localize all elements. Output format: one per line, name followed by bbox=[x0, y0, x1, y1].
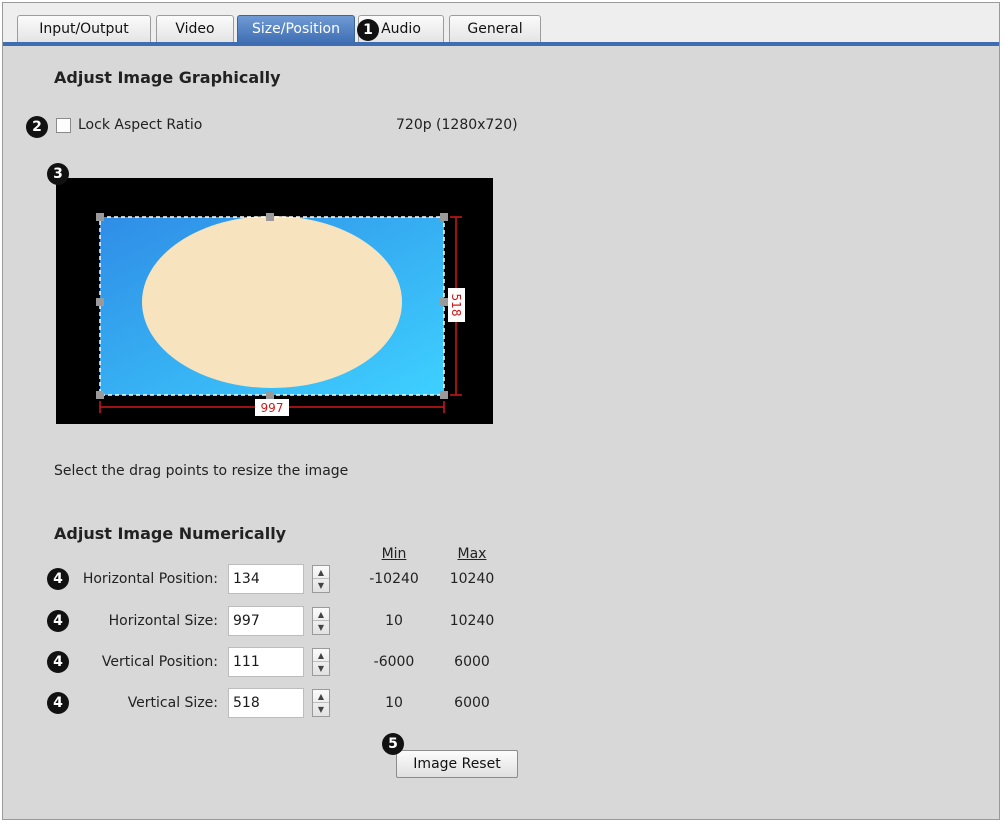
vertical-size-input[interactable]: 518 bbox=[228, 688, 304, 718]
drag-handle-right[interactable] bbox=[440, 298, 448, 306]
numerical-heading: Adjust Image Numerically bbox=[54, 524, 287, 543]
horizontal-position-label: Horizontal Position: bbox=[82, 571, 218, 587]
spin-up-icon[interactable]: ▲ bbox=[313, 566, 329, 579]
width-readout: 997 bbox=[261, 401, 284, 415]
preview-svg: 997 518 bbox=[96, 213, 465, 416]
drag-hint: Select the drag points to resize the ima… bbox=[54, 463, 349, 479]
lock-aspect-checkbox[interactable] bbox=[56, 118, 71, 133]
vertical-position-input[interactable]: 111 bbox=[228, 647, 304, 677]
max-column-header: Max bbox=[457, 546, 487, 562]
tab-size-position[interactable]: Size/Position bbox=[237, 15, 355, 43]
min-column-header: Min bbox=[381, 546, 407, 562]
drag-handle-bottom-left[interactable] bbox=[96, 391, 104, 399]
callout-badge-3: 3 bbox=[47, 163, 69, 185]
tab-general[interactable]: General bbox=[449, 15, 541, 43]
horizontal-position-input[interactable]: 134 bbox=[228, 564, 304, 594]
tab-video[interactable]: Video bbox=[156, 15, 234, 43]
vertical-position-spinner[interactable]: ▲ ▼ bbox=[312, 648, 330, 676]
drag-handle-top-left[interactable] bbox=[96, 213, 104, 221]
callout-badge-1: 1 bbox=[357, 19, 379, 41]
lock-aspect-label: Lock Aspect Ratio bbox=[78, 117, 203, 133]
drag-handle-left[interactable] bbox=[96, 298, 104, 306]
horizontal-size-spinner[interactable]: ▲ ▼ bbox=[312, 607, 330, 635]
drag-handle-top[interactable] bbox=[266, 213, 274, 221]
spin-up-icon[interactable]: ▲ bbox=[313, 608, 329, 621]
vertical-size-min: 10 bbox=[385, 695, 403, 711]
horizontal-position-max: 10240 bbox=[449, 571, 495, 587]
image-ellipse bbox=[142, 216, 402, 388]
horizontal-size-label: Horizontal Size: bbox=[108, 613, 218, 629]
horizontal-size-max: 10240 bbox=[449, 613, 495, 629]
drag-handle-bottom[interactable] bbox=[266, 391, 274, 399]
vertical-size-max: 6000 bbox=[454, 695, 490, 711]
horizontal-size-input[interactable]: 997 bbox=[228, 606, 304, 636]
drag-handle-bottom-right[interactable] bbox=[440, 391, 448, 399]
image-preview-canvas[interactable]: 997 518 bbox=[56, 178, 493, 424]
drag-handle-top-right[interactable] bbox=[440, 213, 448, 221]
horizontal-position-min: -10240 bbox=[369, 571, 419, 587]
spin-up-icon[interactable]: ▲ bbox=[313, 690, 329, 703]
vertical-position-max: 6000 bbox=[454, 654, 490, 670]
spin-down-icon[interactable]: ▼ bbox=[313, 703, 329, 716]
callout-badge-5: 5 bbox=[382, 733, 404, 755]
spin-down-icon[interactable]: ▼ bbox=[313, 579, 329, 592]
horizontal-position-spinner[interactable]: ▲ ▼ bbox=[312, 565, 330, 593]
horizontal-size-min: 10 bbox=[385, 613, 403, 629]
vertical-size-spinner[interactable]: ▲ ▼ bbox=[312, 689, 330, 717]
height-readout: 518 bbox=[449, 294, 463, 317]
vertical-size-label: Vertical Size: bbox=[127, 695, 218, 711]
spin-up-icon[interactable]: ▲ bbox=[313, 649, 329, 662]
graphical-heading: Adjust Image Graphically bbox=[54, 68, 281, 87]
spin-down-icon[interactable]: ▼ bbox=[313, 662, 329, 675]
resolution-readout: 720p (1280x720) bbox=[396, 117, 518, 133]
spin-down-icon[interactable]: ▼ bbox=[313, 621, 329, 634]
image-reset-button[interactable]: Image Reset bbox=[396, 750, 518, 778]
vertical-position-min: -6000 bbox=[373, 654, 415, 670]
tab-input-output[interactable]: Input/Output bbox=[17, 15, 151, 43]
vertical-position-label: Vertical Position: bbox=[101, 654, 218, 670]
callout-badge-2: 2 bbox=[26, 116, 48, 138]
tab-underline bbox=[3, 42, 999, 46]
tab-bar: Input/Output Video Size/Position Audio G… bbox=[3, 3, 999, 46]
